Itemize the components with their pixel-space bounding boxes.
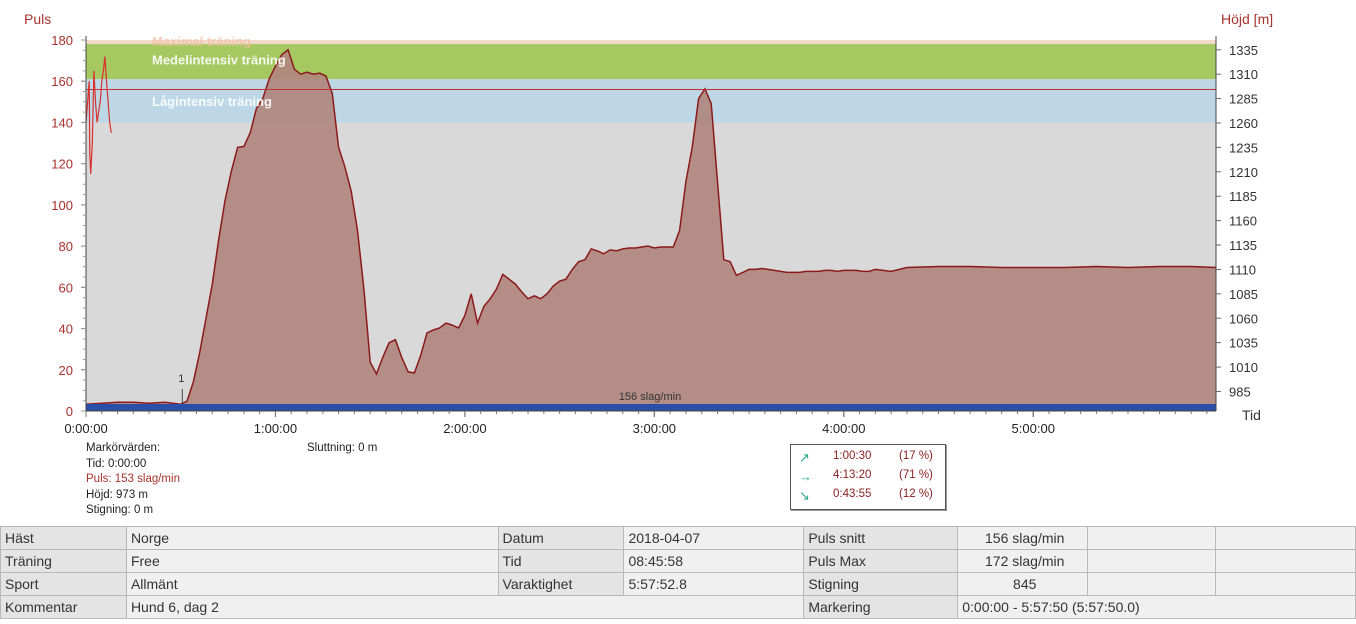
right-tick-label: 1060	[1229, 311, 1258, 326]
arrow-right-icon: →	[799, 469, 812, 484]
table-cell: 2018-04-07	[623, 526, 805, 550]
table-cell: Hund 6, dag 2	[125, 595, 805, 619]
marker-slope: Sluttning: 0 m	[307, 442, 378, 454]
right-tick-label: 1335	[1229, 43, 1258, 58]
table-cell: Puls Max	[803, 549, 959, 573]
right-tick-label: 1285	[1229, 92, 1258, 107]
left-tick-label: 180	[51, 33, 73, 48]
table-row: Häst Norge Datum 2018-04-07 Puls snitt 1…	[0, 526, 1356, 550]
gradient-summary-box: ↗ 1:00:30 (17 %) → 4:13:20 (71 %) ↘ 0:43…	[790, 444, 946, 510]
table-cell: Tid	[497, 549, 625, 573]
left-tick-label: 60	[59, 280, 73, 295]
table-cell: Sport	[0, 572, 127, 596]
table-cell: 845	[957, 572, 1089, 596]
right-tick-label: 1260	[1229, 116, 1258, 131]
zone-label-max: Maximal träning	[152, 34, 251, 49]
marker-values-panel: Markörvärden: Tid: 0:00:00 Puls: 153 sla…	[86, 441, 180, 519]
table-cell: 0:00:00 - 5:57:50 (5:57:50.0)	[957, 595, 1356, 619]
gradient-row-up: ↗ 1:00:30 (17 %)	[791, 450, 945, 468]
table-cell: Stigning	[803, 572, 959, 596]
table-cell: Kommentar	[0, 595, 127, 619]
right-tick-label: 1310	[1229, 67, 1258, 82]
table-cell: Free	[125, 549, 499, 573]
x-tick-label: 4:00:00	[822, 421, 865, 436]
gradient-flat-time: 4:13:20	[833, 469, 872, 481]
table-row: Kommentar Hund 6, dag 2 Markering 0:00:0…	[0, 595, 1356, 619]
zone-max-band	[86, 40, 1216, 45]
table-cell: 172 slag/min	[957, 549, 1089, 573]
zone-label-low: Lågintensiv träning	[152, 94, 272, 109]
table-cell: 156 slag/min	[957, 526, 1089, 550]
chart-area: Puls Höjd [m] Tid Maximal träning Medelin…	[0, 0, 1356, 525]
gradient-flat-pct: (71 %)	[899, 469, 933, 481]
table-cell: Häst	[0, 526, 127, 550]
x-tick-label: 3:00:00	[633, 421, 676, 436]
table-cell	[1087, 572, 1217, 596]
right-tick-label: 1010	[1229, 360, 1258, 375]
table-cell: Varaktighet	[497, 572, 625, 596]
x-tick-label: 1:00:00	[254, 421, 297, 436]
right-tick-label: 1235	[1229, 140, 1258, 155]
table-cell	[1215, 526, 1356, 550]
left-tick-label: 20	[59, 363, 73, 378]
table-cell: Markering	[803, 595, 959, 619]
table-cell	[1215, 572, 1356, 596]
right-tick-label: 1085	[1229, 287, 1258, 302]
table-cell: Datum	[497, 526, 625, 550]
left-tick-label: 120	[51, 157, 73, 172]
marker-values-title: Markörvärden:	[86, 442, 161, 454]
table-cell: Puls snitt	[803, 526, 959, 550]
arrow-down-right-icon: ↘	[799, 488, 810, 503]
table-cell: Norge	[125, 526, 499, 550]
marker-pulse: Puls: 153 slag/min	[86, 473, 180, 485]
gradient-up-pct: (17 %)	[899, 450, 933, 462]
marker-height: Höjd: 973 m	[86, 488, 149, 501]
right-tick-label: 1185	[1229, 189, 1257, 204]
table-cell: 5:57:52.8	[623, 572, 805, 596]
x-tick-label: 5:00:00	[1012, 421, 1055, 436]
marker-number: 1	[178, 373, 184, 385]
table-cell: Träning	[0, 549, 127, 573]
gradient-up-time: 1:00:30	[833, 450, 872, 462]
average-pulse-label: 156 slag/min	[619, 391, 681, 403]
zone-label-medium: Medelintensiv träning	[152, 53, 286, 68]
gradient-down-pct: (12 %)	[899, 488, 933, 500]
gradient-down-time: 0:43:55	[833, 488, 872, 500]
right-tick-label: 1210	[1229, 165, 1258, 180]
left-tick-label: 80	[59, 239, 73, 254]
x-tick-label: 2:00:00	[443, 421, 486, 436]
gradient-row-flat: → 4:13:20 (71 %)	[791, 469, 945, 487]
right-tick-label: 1110	[1229, 262, 1256, 277]
right-tick-label: 1160	[1229, 214, 1257, 229]
right-tick-label: 985	[1229, 384, 1251, 399]
session-info-table: Häst Norge Datum 2018-04-07 Puls snitt 1…	[0, 526, 1356, 619]
right-tick-label: 1035	[1229, 336, 1258, 351]
table-cell	[1215, 549, 1356, 573]
left-tick-label: 100	[51, 198, 73, 213]
left-tick-label: 160	[51, 74, 73, 89]
table-row: Träning Free Tid 08:45:58 Puls Max 172 s…	[0, 549, 1356, 573]
table-row: Sport Allmänt Varaktighet 5:57:52.8 Stig…	[0, 572, 1356, 596]
marker-climb: Stigning: 0 m	[86, 504, 154, 516]
table-cell: 08:45:58	[623, 549, 805, 573]
left-tick-label: 40	[59, 322, 73, 337]
marker-time: Tid: 0:00:00	[86, 457, 147, 470]
left-tick-label: 0	[66, 404, 73, 419]
bottom-band	[86, 404, 1216, 411]
x-tick-label: 0:00:00	[64, 421, 107, 436]
arrow-up-right-icon: ↗	[799, 450, 810, 465]
table-cell	[1087, 549, 1217, 573]
left-tick-label: 140	[51, 115, 73, 130]
table-cell	[1087, 526, 1217, 550]
right-tick-label: 1135	[1229, 238, 1257, 253]
table-cell: Allmänt	[125, 572, 499, 596]
gradient-row-down: ↘ 0:43:55 (12 %)	[791, 488, 945, 506]
pulse-height-chart: Maximal träning Medelintensiv träning Lågi…	[51, 33, 1258, 436]
